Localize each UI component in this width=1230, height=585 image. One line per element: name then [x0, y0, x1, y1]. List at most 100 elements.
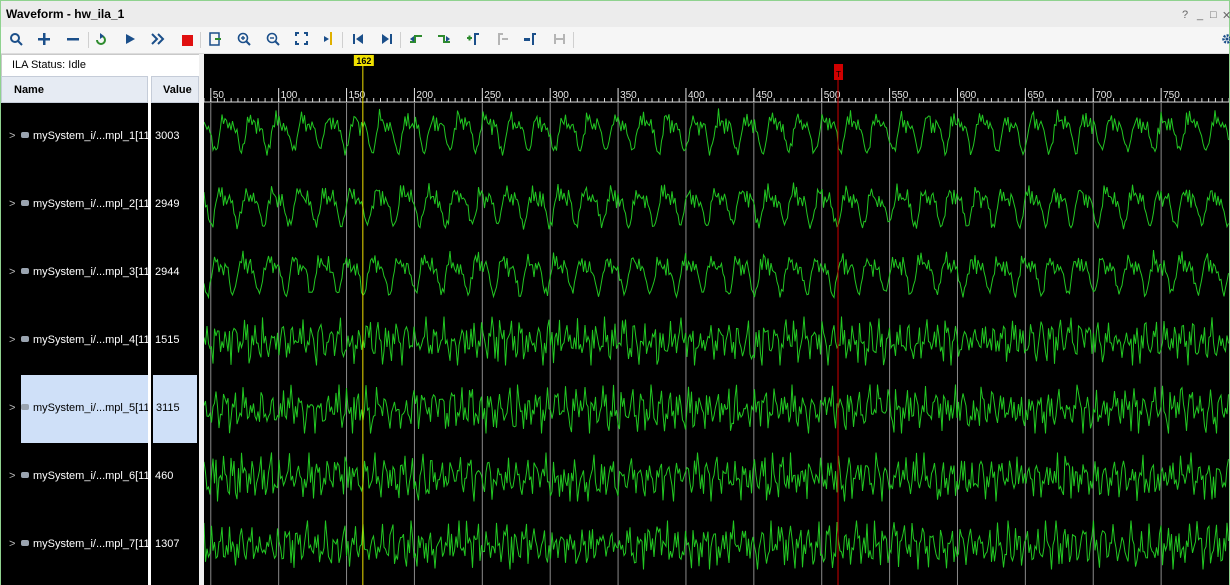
add-marker-icon: [466, 32, 480, 48]
signal-value-row[interactable]: 3003: [151, 103, 199, 171]
add-marker-button[interactable]: [464, 31, 482, 49]
ruler-tick-label: 400: [688, 90, 705, 101]
next-marker-button[interactable]: [521, 31, 539, 49]
trigger-label: T: [836, 70, 841, 79]
signal-waveform[interactable]: [204, 384, 1229, 434]
swap-icon: [553, 33, 566, 48]
chevron-right-icon[interactable]: >: [9, 266, 15, 278]
ila-status-text: ILA Status: Idle: [12, 59, 86, 71]
chevron-right-icon[interactable]: >: [9, 402, 15, 414]
signal-name: mySystem_i/...mpl_6[11:0]: [33, 470, 148, 482]
signal-value-row[interactable]: 2944: [151, 239, 199, 307]
export-button[interactable]: [206, 31, 224, 49]
cursor-label: 162: [356, 56, 371, 66]
auto-retrigger-button[interactable]: [149, 31, 167, 49]
settings-button[interactable]: [1218, 31, 1230, 49]
signal-name: mySystem_i/...mpl_5[11:0]: [33, 402, 148, 414]
signal-waveform[interactable]: [204, 452, 1229, 502]
zoom-fit-button[interactable]: [292, 31, 310, 49]
chevron-right-icon[interactable]: >: [9, 130, 15, 142]
bus-icon: [21, 540, 29, 546]
go-to-time-zero-button[interactable]: [349, 31, 367, 49]
stop-icon: [181, 34, 193, 46]
signal-waveform[interactable]: [204, 108, 1229, 157]
signal-value: 3003: [155, 130, 180, 142]
zoom-fit-icon: [294, 32, 308, 48]
restore-icon[interactable]: □: [1210, 9, 1217, 21]
signal-value-list: 3003 2949 2944 1515 3115 460 1307: [151, 103, 199, 585]
remove-button[interactable]: [64, 31, 82, 49]
help-icon[interactable]: ?: [1182, 9, 1188, 21]
bus-icon: [21, 336, 29, 342]
next-marker-icon: [523, 32, 537, 48]
signal-value: 460: [155, 470, 174, 482]
signal-row[interactable]: > mySystem_i/...mpl_5[11:0]: [1, 375, 148, 443]
ruler-tick-label: 550: [892, 90, 909, 101]
zoom-in-icon: [237, 32, 251, 49]
signal-value: 1307: [155, 538, 180, 550]
signal-name-list: > mySystem_i/...mpl_1[11:0] > mySystem_i/..…: [1, 103, 148, 585]
zoom-out-button[interactable]: [264, 31, 282, 49]
signal-row[interactable]: > mySystem_i/...mpl_4[11:0]: [1, 307, 148, 375]
window-title: Waveform - hw_ila_1: [6, 7, 125, 21]
signal-row[interactable]: > mySystem_i/...mpl_7[11:0]: [1, 511, 148, 579]
title-bar: Waveform - hw_ila_1 ? _ □ ✕: [1, 1, 1230, 27]
chevron-right-icon[interactable]: >: [9, 198, 15, 210]
skip-back-icon: [352, 33, 364, 48]
signal-row[interactable]: > mySystem_i/...mpl_3[11:0]: [1, 239, 148, 307]
signal-waveform[interactable]: [204, 182, 1229, 230]
ruler-tick-label: 450: [756, 90, 773, 101]
signal-name: mySystem_i/...mpl_2[11:0]: [33, 198, 148, 210]
signal-row[interactable]: > mySystem_i/...mpl_1[11:0]: [1, 103, 148, 171]
ruler-tick-label: 350: [620, 90, 637, 101]
minimize-icon[interactable]: _: [1197, 9, 1203, 21]
signal-value: 3115: [156, 402, 180, 414]
bus-icon: [21, 200, 29, 206]
name-column-header[interactable]: Name: [1, 76, 148, 103]
ruler-tick-label: 300: [552, 90, 569, 101]
signal-waveform[interactable]: [204, 316, 1229, 366]
signal-value: 2949: [155, 198, 180, 210]
close-icon[interactable]: ✕: [1222, 9, 1230, 22]
previous-marker-icon: [495, 32, 509, 48]
signal-value-row[interactable]: 1515: [151, 307, 199, 375]
ila-status: ILA Status: Idle: [1, 54, 201, 77]
signal-row[interactable]: > mySystem_i/...mpl_2[11:0]: [1, 171, 148, 239]
value-column-label: Value: [163, 84, 192, 96]
add-button[interactable]: [35, 31, 53, 49]
chevron-right-icon[interactable]: >: [9, 334, 15, 346]
play-icon: [124, 33, 136, 48]
ruler-tick-label: 100: [281, 90, 298, 101]
export-icon: [208, 31, 222, 49]
gear-icon: [1221, 33, 1230, 48]
signal-row[interactable]: > mySystem_i/...mpl_6[11:0]: [1, 443, 148, 511]
chevron-right-icon[interactable]: >: [9, 538, 15, 550]
previous-transition-button[interactable]: [407, 31, 425, 49]
waveform-canvas[interactable]: 50 100 150 200 250 300 350 400 450 500 550 600 650 70…: [204, 54, 1229, 585]
search-button[interactable]: [7, 31, 25, 49]
previous-marker-button[interactable]: [493, 31, 511, 49]
name-column-label: Name: [14, 84, 44, 96]
signal-value-row[interactable]: 460: [151, 443, 199, 511]
run-trigger-immediate-button[interactable]: [92, 31, 110, 49]
signal-waveform[interactable]: [204, 520, 1229, 570]
signal-waveform[interactable]: [204, 249, 1229, 300]
signal-value-row[interactable]: 1307: [151, 511, 199, 579]
stop-button[interactable]: [178, 31, 196, 49]
value-column-header[interactable]: Value: [151, 76, 199, 103]
toolbar: [1, 27, 1230, 54]
next-transition-button[interactable]: [435, 31, 453, 49]
bus-icon: [21, 404, 29, 410]
go-to-last-time-button[interactable]: [378, 31, 396, 49]
signal-value-row[interactable]: 3115: [153, 375, 197, 443]
ruler-tick-label: 650: [1027, 90, 1044, 101]
run-trigger-button[interactable]: [121, 31, 139, 49]
swap-cursors-button[interactable]: [550, 31, 568, 49]
ruler-tick-label: 750: [1163, 90, 1180, 101]
chevron-right-icon[interactable]: >: [9, 470, 15, 482]
waveform-view[interactable]: 50 100 150 200 250 300 350 400 450 500 550 600 650 70…: [204, 54, 1229, 585]
next-transition-icon: [437, 33, 451, 48]
zoom-in-button[interactable]: [235, 31, 253, 49]
signal-value-row[interactable]: 2949: [151, 171, 199, 239]
go-to-cursor-button[interactable]: [320, 31, 338, 49]
